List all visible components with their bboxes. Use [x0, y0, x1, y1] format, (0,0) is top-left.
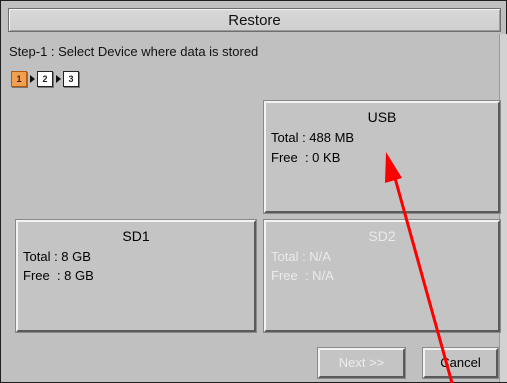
step-3-indicator: 3 — [63, 71, 79, 87]
sd1-title: SD1 — [122, 228, 150, 244]
step-1-indicator: 1 — [11, 71, 27, 87]
cancel-button[interactable]: Cancel — [423, 348, 498, 378]
sd2-title: SD2 — [368, 228, 396, 244]
restore-dialog: Restore Step-1 : Select Device where dat… — [0, 0, 507, 383]
sd1-free: Free : 8 GB — [23, 268, 94, 283]
step-arrow-icon — [56, 75, 61, 83]
dialog-title: Restore — [8, 8, 501, 32]
sd1-device-button[interactable]: SD1 Total : 8 GB Free : 8 GB — [16, 220, 256, 332]
usb-free: Free : 0 KB — [271, 150, 341, 165]
step-2-indicator: 2 — [37, 71, 53, 87]
next-button: Next >> — [318, 348, 405, 378]
usb-device-button[interactable]: USB Total : 488 MB Free : 0 KB — [264, 101, 500, 213]
sd2-free: Free : N/A — [271, 268, 334, 283]
usb-title: USB — [367, 109, 397, 125]
sd2-device-button: SD2 Total : N/A Free : N/A — [264, 220, 500, 332]
usb-total: Total : 488 MB — [271, 130, 355, 145]
step-arrow-icon — [30, 75, 35, 83]
window-edge — [499, 34, 507, 382]
sd1-total: Total : 8 GB — [23, 249, 91, 264]
sd2-total: Total : N/A — [271, 249, 331, 264]
step-instruction: Step-1 : Select Device where data is sto… — [9, 44, 259, 59]
